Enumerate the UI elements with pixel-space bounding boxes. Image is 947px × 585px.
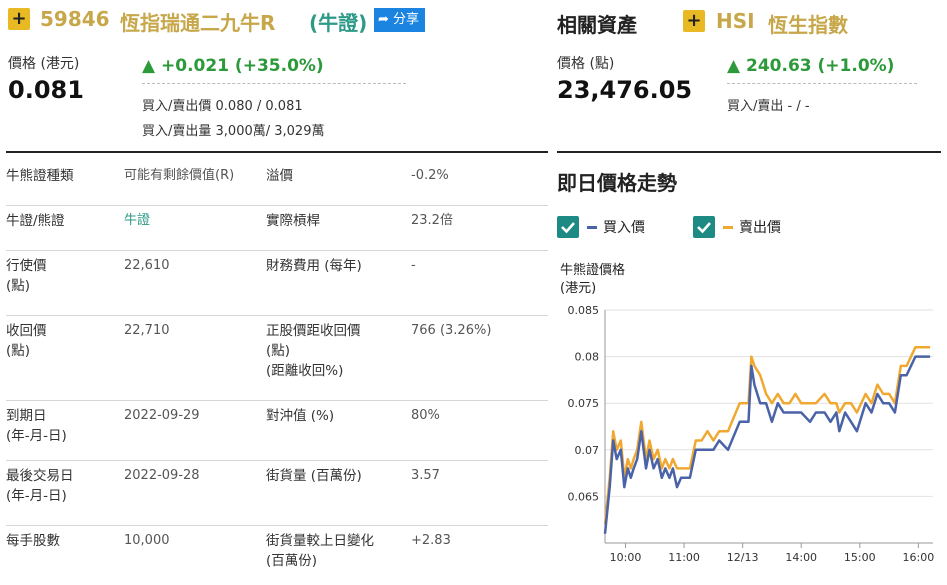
- chart-top-border: [557, 151, 941, 153]
- asset-price-change: ▲ 240.63 (+1.0%): [727, 56, 894, 76]
- add-watchlist-button[interactable]: +: [8, 8, 30, 30]
- asset-name[interactable]: 恆生指數: [768, 9, 848, 38]
- asset-bid-ask-value: - / -: [787, 99, 810, 114]
- field-label: 實際槓桿: [266, 213, 320, 229]
- asset-bid-ask-row: 買入/賣出 - / -: [727, 95, 810, 114]
- asset-bid-ask-label: 買入/賣出: [727, 99, 784, 114]
- table-row: 行使價 (點) 22,610 財務費用 (每年) -: [6, 250, 548, 316]
- field-label: 每手股數: [6, 533, 60, 549]
- field-value: 2022-09-28: [124, 468, 200, 483]
- chart-panel-title: 即日價格走勢: [557, 171, 677, 195]
- legend-ask-toggle[interactable]: 賣出價: [693, 216, 781, 238]
- share-label: 分享: [393, 12, 420, 27]
- bid-ask-volume-label: 買入/賣出量: [142, 124, 212, 139]
- checkbox-checked-icon[interactable]: [557, 216, 579, 238]
- related-asset-title: 相關資產: [557, 13, 637, 37]
- asset-price-label: 價格 (點): [557, 56, 615, 72]
- y-tick-label: 0.085: [568, 304, 600, 317]
- intraday-price-chart: 0.065 0.07 0.075 0.08 0.085 10:00 11:00 12/13 14…: [568, 304, 935, 564]
- field-value: 766 (3.26%): [411, 323, 492, 338]
- ask-line-icon: [723, 225, 733, 229]
- table-row: 牛證/熊證 牛證 實際槓桿 23.2倍: [6, 205, 548, 251]
- field-value: 牛證: [124, 213, 151, 228]
- add-asset-button[interactable]: +: [683, 10, 705, 32]
- field-label: 牛熊證種類: [6, 168, 74, 184]
- y-tick-label: 0.08: [575, 351, 600, 364]
- field-label: 最後交易日 (年-月-日): [6, 468, 74, 504]
- up-arrow-icon: ▲: [727, 56, 741, 76]
- divider: [727, 83, 917, 84]
- field-value: -: [411, 258, 416, 273]
- field-label: 正股價距收回價 (點) (距離收回%): [266, 323, 361, 379]
- field-value: 22,610: [124, 258, 170, 273]
- field-value: 2022-09-29: [124, 408, 200, 423]
- field-label: 到期日 (年-月-日): [6, 408, 67, 444]
- table-row: 到期日 (年-月-日) 2022-09-29 對沖值 (%) 80%: [6, 400, 548, 461]
- share-button[interactable]: ➦ 分享: [374, 8, 426, 32]
- checkbox-checked-icon[interactable]: [693, 216, 715, 238]
- x-tick-label: 11:00: [668, 551, 700, 564]
- field-value: 80%: [411, 408, 440, 423]
- field-label: 牛證/熊證: [6, 213, 65, 229]
- y-tick-label: 0.07: [575, 444, 600, 457]
- price-change: ▲ +0.021 (+35.0%): [142, 56, 324, 76]
- x-tick-label: 12/13: [727, 551, 759, 564]
- table-row: 收回價 (點) 22,710 正股價距收回價 (點) (距離收回%) 766 (3.2…: [6, 315, 548, 401]
- field-label: 街貨量較上日變化 (百萬份): [266, 533, 374, 569]
- x-tick-label: 16:00: [903, 551, 935, 564]
- field-label: 收回價 (點): [6, 323, 47, 359]
- field-value: 3.57: [411, 468, 440, 483]
- field-label: 對沖值 (%): [266, 408, 335, 424]
- field-label: 財務費用 (每年): [266, 258, 362, 274]
- x-tick-label: 15:00: [844, 551, 876, 564]
- stock-name: 恆指瑞通二九牛R: [120, 11, 276, 35]
- table-top-border: [6, 151, 548, 153]
- price-label: 價格 (港元): [8, 56, 80, 72]
- up-arrow-icon: ▲: [142, 56, 156, 76]
- table-row: 最後交易日 (年-月-日) 2022-09-28 街貨量 (百萬份) 3.57: [6, 460, 548, 526]
- y-tick-label: 0.075: [568, 397, 600, 410]
- legend-bid-toggle[interactable]: 買入價: [557, 216, 645, 238]
- bid-ask-volume-value: 3,000萬/ 3,029萬: [215, 124, 325, 139]
- legend-bid-label: 買入價: [603, 220, 645, 236]
- divider: [142, 83, 406, 84]
- x-tick-label: 10:00: [610, 551, 642, 564]
- bid-price-line: [603, 355, 931, 534]
- chart-y-axis-label: 牛熊證價格 (港元): [560, 263, 626, 296]
- share-icon: ➦: [378, 12, 389, 27]
- field-label: 街貨量 (百萬份): [266, 468, 362, 484]
- table-row: 每手股數 10,000 街貨量較上日變化 (百萬份) +2.83: [6, 525, 548, 585]
- table-row: 牛熊證種類 可能有剩餘價值(R) 溢價 -0.2%: [6, 160, 548, 206]
- legend-ask-label: 賣出價: [739, 220, 781, 236]
- field-label: 溢價: [266, 168, 293, 184]
- field-value: 10,000: [124, 533, 170, 548]
- price-change-value: +0.021 (+35.0%): [161, 56, 324, 76]
- ask-price-line: [603, 346, 931, 525]
- asset-price-change-value: 240.63 (+1.0%): [746, 56, 895, 76]
- field-value: +2.83: [411, 533, 451, 548]
- y-tick-label: 0.065: [568, 490, 600, 503]
- bid-ask-row: 買入/賣出價 0.080 / 0.081: [142, 95, 303, 114]
- field-value: 可能有剩餘價值(R): [124, 168, 235, 183]
- bid-line-icon: [587, 225, 597, 229]
- bid-ask-value: 0.080 / 0.081: [215, 99, 303, 114]
- price-value: 0.081: [8, 76, 84, 104]
- x-tick-label: 14:00: [785, 551, 817, 564]
- bid-ask-label: 買入/賣出價: [142, 99, 212, 114]
- field-value: -0.2%: [411, 168, 449, 183]
- asset-price-value: 23,476.05: [557, 76, 693, 104]
- field-value: 23.2倍: [411, 213, 453, 228]
- product-type-tag: (牛證): [309, 11, 368, 35]
- field-label: 行使價 (點): [6, 258, 47, 294]
- stock-code: 59846: [40, 7, 110, 31]
- asset-code[interactable]: HSI: [716, 9, 755, 33]
- bid-ask-volume-row: 買入/賣出量 3,000萬/ 3,029萬: [142, 120, 324, 139]
- field-value: 22,710: [124, 323, 170, 338]
